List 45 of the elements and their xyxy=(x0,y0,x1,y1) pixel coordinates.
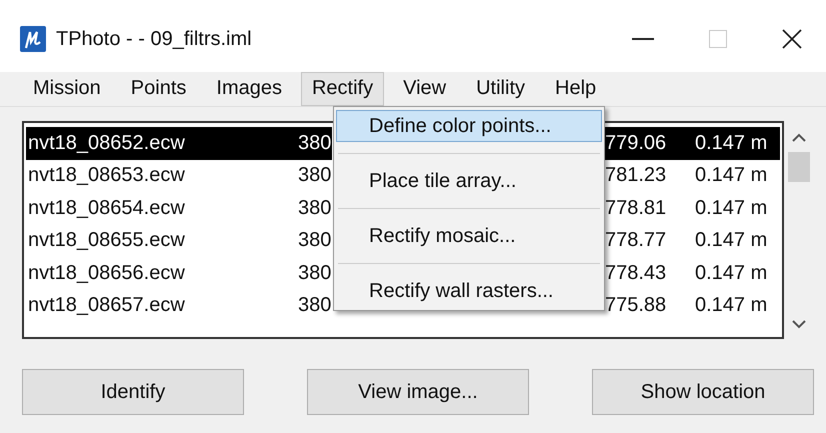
resolution-text: 0.147 m xyxy=(695,260,768,286)
file-name[interactable]: nvt18_08656.ecw xyxy=(26,257,298,290)
menu-item[interactable]: Utility xyxy=(465,72,536,106)
window-title: TPhoto - - 09_filtrs.iml xyxy=(56,28,252,50)
menu-option[interactable]: Place tile array... xyxy=(336,165,602,197)
menu-option[interactable]: Define color points... xyxy=(336,110,602,142)
scroll-down-icon[interactable] xyxy=(792,320,806,329)
file-name[interactable]: nvt18_08654.ecw xyxy=(26,192,298,224)
resolution-text: 0.147 m xyxy=(695,196,768,221)
coordinate-text: 778.43 xyxy=(605,260,668,286)
file-name[interactable]: nvt18_08653.ecw xyxy=(26,160,298,192)
close-icon[interactable] xyxy=(782,29,802,49)
menu-item[interactable]: Rectify xyxy=(300,72,384,106)
menu-option[interactable]: Rectify wall rasters... xyxy=(336,275,602,307)
coordinate-text: 380 xyxy=(298,260,332,286)
menu-item[interactable]: View xyxy=(392,72,458,106)
coordinate-text: 778.81 xyxy=(605,196,668,221)
coordinate-text: 775.88 xyxy=(605,293,668,318)
file-name[interactable]: nvt18_08655.ecw xyxy=(26,224,298,257)
menu-item[interactable]: Points xyxy=(120,72,198,106)
coordinate-text: 380 xyxy=(298,293,332,318)
action-button[interactable]: Show location xyxy=(592,369,814,415)
coordinate-text: 778.77 xyxy=(605,228,668,254)
coordinate-text: 380 xyxy=(298,196,332,221)
action-button[interactable]: View image... xyxy=(307,369,529,415)
resolution-text: 0.147 m xyxy=(695,293,768,318)
menu-item[interactable]: Help xyxy=(544,72,608,106)
resolution-text: 0.147 m xyxy=(695,127,780,160)
scroll-thumb[interactable] xyxy=(788,152,810,182)
coordinate-text: 380 xyxy=(298,127,332,160)
coordinate-text: 779.06 xyxy=(605,127,695,160)
resolution-text: 0.147 m xyxy=(695,228,768,254)
app-logo-icon xyxy=(20,26,46,52)
file-name[interactable]: nvt18_08657.ecw xyxy=(26,290,298,322)
menu-item[interactable]: Images xyxy=(205,72,293,106)
action-button[interactable]: Identify xyxy=(22,369,244,415)
coordinate-text: 380 xyxy=(298,228,332,254)
menu-item[interactable]: Mission xyxy=(22,72,112,106)
file-name[interactable]: nvt18_08652.ecw xyxy=(26,127,298,160)
resolution-text: 0.147 m xyxy=(695,163,768,188)
coordinate-text: 380 xyxy=(298,163,332,188)
minimize-icon[interactable] xyxy=(632,37,654,41)
menu-option[interactable]: Rectify mosaic... xyxy=(336,220,602,252)
scroll-up-icon[interactable] xyxy=(792,133,806,142)
coordinate-text: 781.23 xyxy=(605,163,668,188)
